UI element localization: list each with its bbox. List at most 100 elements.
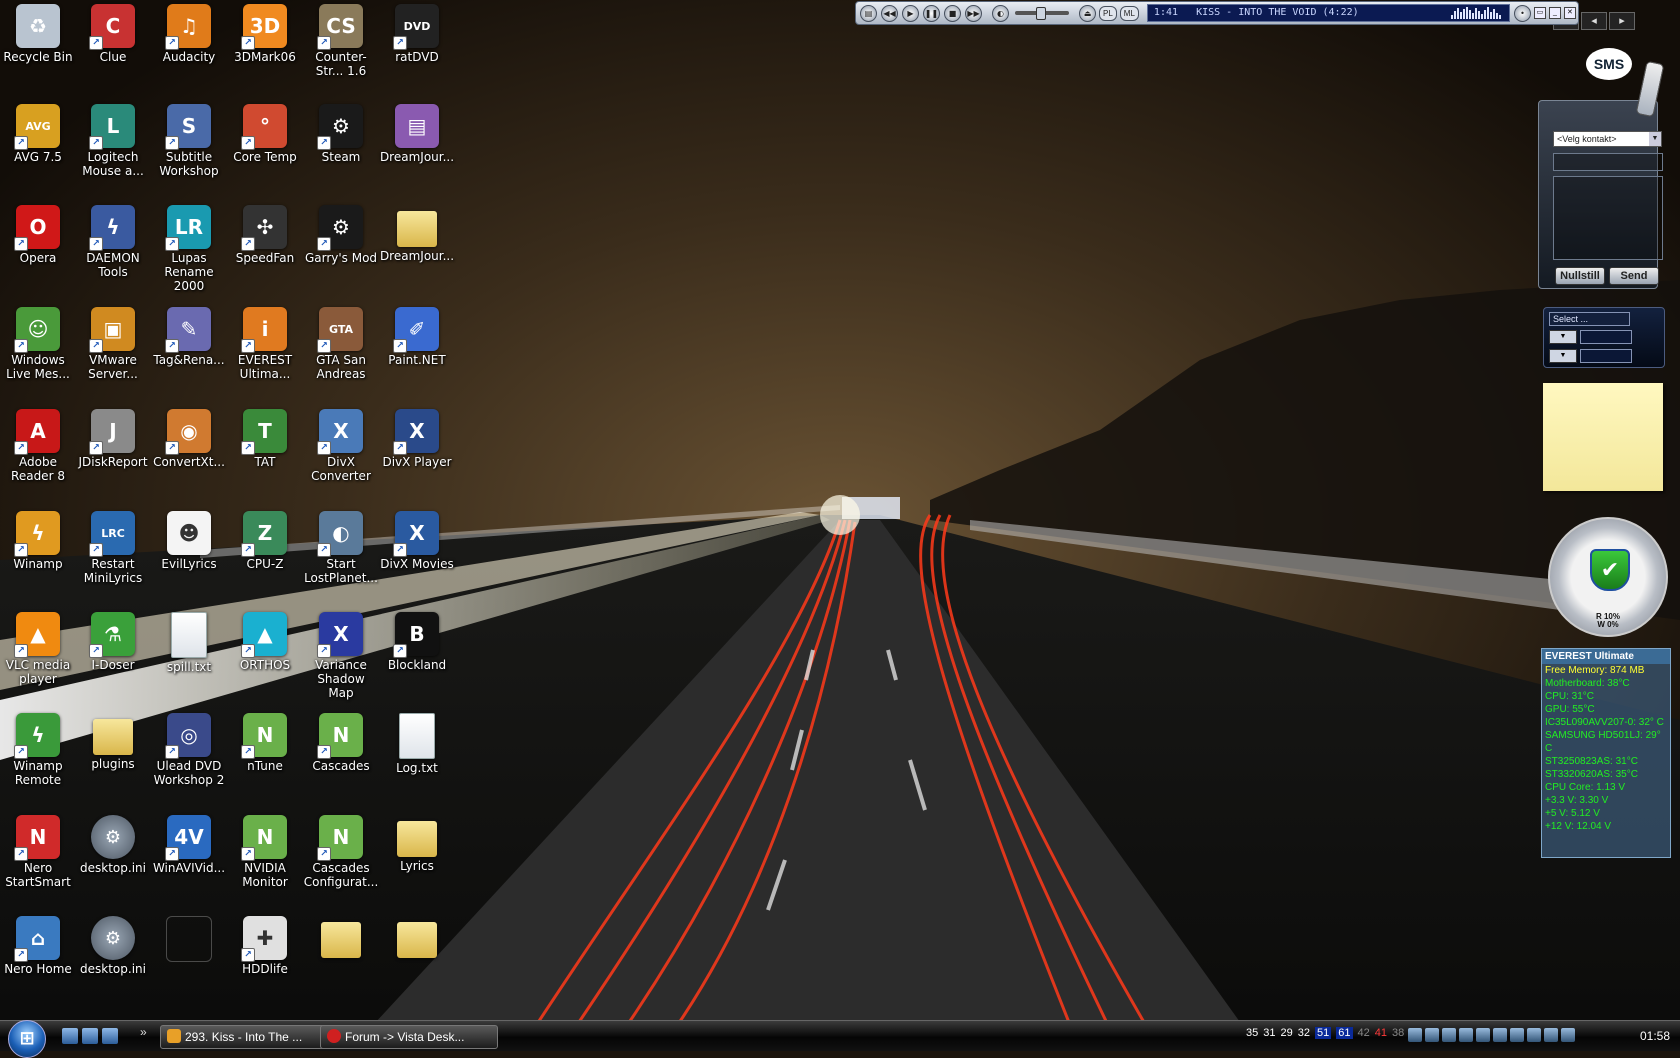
info-icon[interactable] xyxy=(1408,1028,1422,1042)
desktop-icon[interactable]: ▲ ↗ ORTHOS xyxy=(227,608,303,672)
send-button[interactable]: Send xyxy=(1609,267,1659,285)
desktop-icon[interactable]: N ↗ nTune xyxy=(227,709,303,773)
desktop-icon[interactable]: i ↗ EVEREST Ultima... xyxy=(227,303,303,381)
sticky-note-gadget[interactable] xyxy=(1543,383,1663,491)
to-value-field[interactable] xyxy=(1580,349,1632,363)
network-icon[interactable] xyxy=(1425,1028,1439,1042)
chevron-down-icon[interactable]: ▼ xyxy=(1649,132,1661,146)
desktop-icon[interactable]: Lyrics xyxy=(379,811,455,873)
desktop-icon[interactable]: N ↗ Cascades Configurat... xyxy=(303,811,379,889)
desktop-icon[interactable]: LR ↗ Lupas Rename 2000 xyxy=(151,201,227,293)
contact-dropdown[interactable]: <Velg kontakt> ▼ xyxy=(1553,131,1662,147)
desktop-icon[interactable]: Z ↗ CPU-Z xyxy=(227,507,303,571)
desktop-icon[interactable]: ϟ ↗ DAEMON Tools xyxy=(75,201,151,279)
desktop-icon[interactable]: ♻ Recycle Bin xyxy=(0,0,76,64)
desktop-icon[interactable]: N ↗ NVIDIA Monitor xyxy=(227,811,303,889)
from-unit-dropdown[interactable]: ▼ xyxy=(1549,330,1577,344)
desktop-icon[interactable]: ⚙ desktop.ini xyxy=(75,912,151,976)
from-value-field[interactable] xyxy=(1580,330,1632,344)
desktop-icon[interactable]: ◎ ↗ Ulead DVD Workshop 2 xyxy=(151,709,227,787)
desktop-icon[interactable]: ☺ ↗ Windows Live Mes... xyxy=(0,303,76,381)
desktop-icon[interactable]: N ↗ Nero StartSmart xyxy=(0,811,76,889)
player-menu-icon[interactable]: ▤ xyxy=(860,4,877,22)
desktop-icon[interactable]: X ↗ DivX Converter xyxy=(303,405,379,483)
clock[interactable]: 01:58 xyxy=(1640,1029,1670,1043)
desktop-icon[interactable]: ▤ DreamJour... xyxy=(379,100,455,164)
start-button[interactable]: ⊞ xyxy=(8,1020,46,1058)
reset-button[interactable]: Nullstill xyxy=(1555,267,1605,285)
desktop-icon[interactable]: A ↗ Adobe Reader 8 xyxy=(0,405,76,483)
desktop-icon[interactable]: spill.txt xyxy=(151,608,227,674)
desktop-icon[interactable]: L ↗ Logitech Mouse a... xyxy=(75,100,151,178)
desktop-icon[interactable]: plugins xyxy=(75,709,151,771)
switch-windows-icon[interactable] xyxy=(82,1028,98,1044)
seek-knob-icon[interactable]: • xyxy=(1513,4,1531,22)
desktop-icon[interactable]: ✚ ↗ HDDlife xyxy=(227,912,303,976)
desktop-icon[interactable]: CS ↗ Counter-Str... 1.6 xyxy=(303,0,379,78)
desktop-icon[interactable]: ° ↗ Core Temp xyxy=(227,100,303,164)
previous-icon[interactable]: ◀◀ xyxy=(881,4,898,22)
desktop-icon[interactable]: GTA ↗ GTA San Andreas xyxy=(303,303,379,381)
desktop-icon[interactable]: AVG ↗ AVG 7.5 xyxy=(0,100,76,164)
media-library-toggle[interactable]: ML xyxy=(1119,5,1139,21)
network-status-icon[interactable] xyxy=(1544,1028,1558,1042)
desktop-icon[interactable]: ◐ ↗ Start LostPlanet... xyxy=(303,507,379,585)
desktop-icon[interactable]: C ↗ Clue xyxy=(75,0,151,64)
desktop-icon[interactable]: ☻ EvilLyrics xyxy=(151,507,227,571)
show-desktop-icon[interactable] xyxy=(62,1028,78,1044)
desktop-icon[interactable]: X ↗ DivX Movies xyxy=(379,507,455,571)
quick-launch-overflow[interactable]: » xyxy=(140,1025,147,1039)
taskbar-button-browser[interactable]: Forum -> Vista Desk... xyxy=(320,1025,498,1049)
volume-slider-knob[interactable] xyxy=(1036,7,1046,20)
desktop-icon[interactable]: 3D ↗ 3DMark06 xyxy=(227,0,303,64)
media-player-bar[interactable]: ▤ ◀◀ ▶ ❚❚ ■ ▶▶ ◐ ⏏ PL ML 1:41 KISS - INT… xyxy=(855,1,1579,25)
desktop-icon[interactable]: S ↗ Subtitle Workshop xyxy=(151,100,227,178)
desktop-icon[interactable]: X ↗ DivX Player xyxy=(379,405,455,469)
desktop-icon[interactable]: Log.txt xyxy=(379,709,455,775)
desktop-icon[interactable] xyxy=(303,912,379,960)
pause-icon[interactable]: ❚❚ xyxy=(923,4,940,22)
desktop-icon[interactable] xyxy=(379,912,455,960)
desktop-icon[interactable]: ✎ ↗ Tag&Rena... xyxy=(151,303,227,367)
volume-icon[interactable] xyxy=(1561,1028,1575,1042)
previous-gadget-page-icon[interactable]: ◂ xyxy=(1581,12,1607,30)
to-unit-dropdown[interactable]: ▼ xyxy=(1549,349,1577,363)
shade-mode-icon[interactable]: ▭ xyxy=(1533,7,1546,19)
updates-icon[interactable] xyxy=(1493,1028,1507,1042)
play-icon[interactable]: ▶ xyxy=(902,4,919,22)
desktop-icon[interactable]: ⌂ ↗ Nero Home xyxy=(0,912,76,976)
desktop-icon[interactable]: X ↗ Variance Shadow Map xyxy=(303,608,379,700)
desktop-icon[interactable]: DreamJour... xyxy=(379,201,455,263)
desktop-icon[interactable]: B ↗ Blockland xyxy=(379,608,455,672)
desktop-icon[interactable]: ▲ ↗ VLC media player xyxy=(0,608,76,686)
security-icon[interactable] xyxy=(1510,1028,1524,1042)
stop-icon[interactable]: ■ xyxy=(944,4,961,22)
messenger-icon[interactable] xyxy=(102,1028,118,1044)
desktop-icon[interactable]: ⚗ ↗ I-Doser xyxy=(75,608,151,672)
close-icon[interactable]: ✕ xyxy=(1563,7,1576,19)
desktop-icon[interactable]: ♫ ↗ Audacity xyxy=(151,0,227,64)
desktop-icon[interactable]: ϟ ↗ Winamp xyxy=(0,507,76,571)
desktop-icon[interactable]: LRC ↗ Restart MiniLyrics xyxy=(75,507,151,585)
desktop-icon[interactable]: ▣ ↗ VMware Server... xyxy=(75,303,151,381)
desktop-icon[interactable]: DVD ↗ ratDVD xyxy=(379,0,455,64)
next-icon[interactable]: ▶▶ xyxy=(965,4,982,22)
desktop-icon[interactable]: T ↗ TAT xyxy=(227,405,303,469)
printer-icon[interactable] xyxy=(1476,1028,1490,1042)
playlist-toggle[interactable]: PL xyxy=(1099,5,1117,21)
message-field[interactable] xyxy=(1553,176,1663,260)
phone-number-field[interactable] xyxy=(1553,153,1663,171)
converter-category-select[interactable]: Select ... xyxy=(1549,312,1630,326)
minimize-icon[interactable]: _ xyxy=(1548,7,1561,19)
desktop-icon[interactable]: ⚙ desktop.ini xyxy=(75,811,151,875)
volume-slider[interactable] xyxy=(1015,7,1069,20)
mail-icon[interactable] xyxy=(1527,1028,1541,1042)
desktop-icon[interactable]: ✣ ↗ SpeedFan xyxy=(227,201,303,265)
eject-icon[interactable]: ⏏ xyxy=(1079,4,1096,22)
desktop-icon[interactable]: J ↗ JDiskReport xyxy=(75,405,151,469)
desktop-icon[interactable]: ◉ ↗ ConvertXt... xyxy=(151,405,227,469)
display-icon[interactable] xyxy=(1442,1028,1456,1042)
power-icon[interactable] xyxy=(1459,1028,1473,1042)
desktop-icon[interactable]: 4V ↗ WinAVIVid... xyxy=(151,811,227,875)
desktop-icon[interactable]: ⚙ ↗ Steam xyxy=(303,100,379,164)
